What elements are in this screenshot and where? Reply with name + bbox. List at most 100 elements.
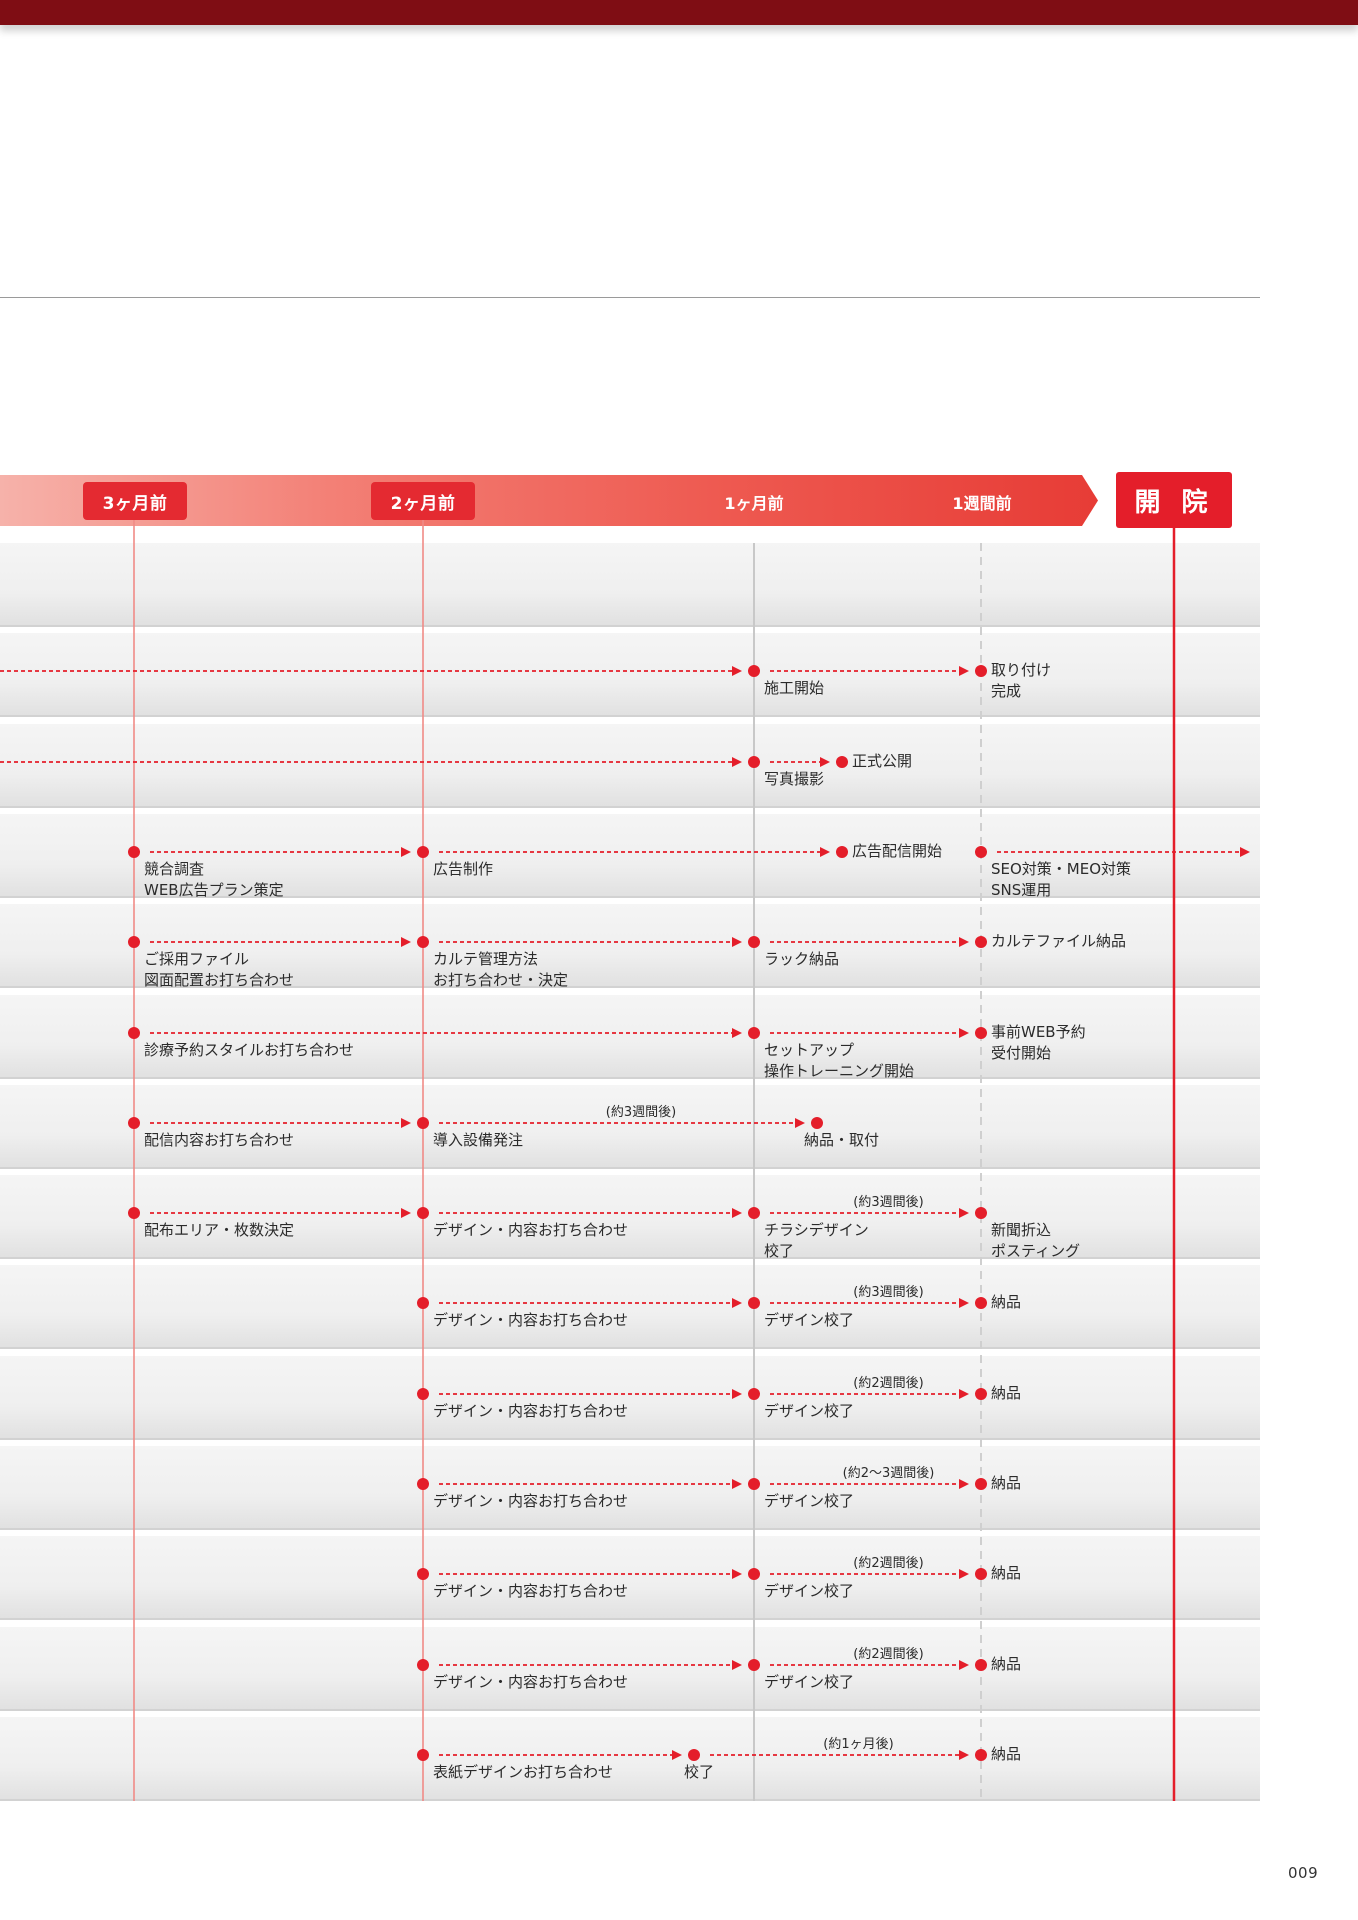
task-label: セットアップ 操作トレーニング開始	[764, 1041, 915, 1080]
task-label: ご採用ファイル 図面配置お打ち合わせ	[144, 950, 295, 989]
arrowhead	[959, 666, 969, 676]
task-label: 導入設備発注	[433, 1131, 524, 1149]
milestone-dot	[748, 665, 760, 677]
task-label: 配信内容お打ち合わせ	[144, 1131, 295, 1149]
task-label: 校了	[684, 1763, 715, 1781]
task-label: 正式公開	[852, 752, 913, 770]
task-label: カルテ管理方法 お打ち合わせ・決定	[433, 950, 569, 989]
milestone-dot	[975, 1749, 987, 1761]
duration-note: (約2〜3週間後)	[842, 1466, 935, 1481]
task-label: 納品	[991, 1745, 1022, 1763]
task-label: 納品	[991, 1655, 1022, 1673]
task-label: 納品	[991, 1293, 1022, 1311]
task-label: 取り付け 完成	[991, 661, 1052, 700]
milestone-dot	[128, 1117, 140, 1129]
arrowhead	[732, 1389, 742, 1399]
task-label: SEO対策・MEO対策 SNS運用	[991, 860, 1132, 899]
milestone-dot	[748, 936, 760, 948]
milestone-dot	[417, 1568, 429, 1580]
arrowhead	[401, 847, 411, 857]
task-label: デザイン校了	[764, 1492, 855, 1510]
milestone-dot	[975, 1478, 987, 1490]
arrowhead	[732, 1479, 742, 1489]
arrowhead	[732, 1208, 742, 1218]
arrowhead	[401, 937, 411, 947]
milestone-dot	[975, 1207, 987, 1219]
arrowhead	[959, 937, 969, 947]
arrowhead	[401, 1118, 411, 1128]
milestone-dot	[417, 936, 429, 948]
task-label: デザイン校了	[764, 1582, 855, 1600]
milestone-dot	[128, 936, 140, 948]
milestone-dot	[975, 1568, 987, 1580]
arrowhead	[959, 1298, 969, 1308]
task-label: 競合調査 WEB広告プラン策定	[144, 860, 284, 899]
milestone-dot	[128, 846, 140, 858]
arrowhead	[732, 937, 742, 947]
arrowhead	[820, 757, 830, 767]
milestone-dot	[417, 1478, 429, 1490]
milestone-dot	[811, 1117, 823, 1129]
arrowhead	[732, 1569, 742, 1579]
arrowhead	[732, 1298, 742, 1308]
duration-note: (約2週間後)	[853, 1647, 924, 1662]
milestone-dot	[688, 1749, 700, 1761]
milestone-dot	[748, 1478, 760, 1490]
task-label: デザイン・内容お打ち合わせ	[433, 1311, 629, 1329]
task-label: チラシデザイン 校了	[764, 1221, 869, 1260]
task-label: デザイン・内容お打ち合わせ	[433, 1673, 629, 1691]
arrowhead	[959, 1028, 969, 1038]
duration-note: (約3週間後)	[605, 1105, 677, 1120]
arrowhead	[795, 1118, 805, 1128]
arrowhead	[401, 1208, 411, 1218]
task-label: カルテファイル納品	[991, 932, 1127, 950]
arrowhead	[732, 1028, 742, 1038]
page-number: 009	[1288, 1864, 1319, 1882]
arrowhead	[732, 757, 742, 767]
milestone-dot	[417, 1117, 429, 1129]
duration-note: (約3週間後)	[853, 1285, 924, 1300]
task-label: デザイン校了	[764, 1673, 855, 1691]
milestone-dot	[748, 1027, 760, 1039]
arrowhead	[672, 1750, 682, 1760]
duration-note: (約1ヶ月後)	[823, 1737, 894, 1752]
duration-note: (約3週間後)	[853, 1195, 924, 1210]
task-label: 納品	[991, 1474, 1022, 1492]
arrowhead	[959, 1389, 969, 1399]
arrowhead	[959, 1750, 969, 1760]
arrowhead	[959, 1660, 969, 1670]
task-label: ラック納品	[764, 950, 840, 968]
task-label: デザイン・内容お打ち合わせ	[433, 1221, 629, 1239]
milestone-dot	[417, 1297, 429, 1309]
task-label: 納品	[991, 1384, 1022, 1402]
task-label: デザイン校了	[764, 1311, 855, 1329]
milestone-dot	[836, 756, 848, 768]
milestone-dot	[417, 846, 429, 858]
task-label: 広告制作	[433, 860, 494, 878]
task-label: デザイン・内容お打ち合わせ	[433, 1492, 629, 1510]
task-label: 表紙デザインお打ち合わせ	[433, 1763, 614, 1781]
milestone-dot	[748, 756, 760, 768]
task-label: デザイン校了	[764, 1402, 855, 1420]
task-label: 納品・取付	[804, 1131, 880, 1149]
milestone-dot	[836, 846, 848, 858]
task-label: 配布エリア・枚数決定	[144, 1221, 295, 1239]
milestone-dot	[128, 1027, 140, 1039]
duration-note: (約2週間後)	[853, 1376, 924, 1391]
milestone-dot	[417, 1388, 429, 1400]
task-label: 納品	[991, 1564, 1022, 1582]
milestone-dot	[748, 1207, 760, 1219]
arrowhead	[732, 1660, 742, 1670]
milestone-dot	[975, 1388, 987, 1400]
milestone-dot	[975, 1659, 987, 1671]
arrowhead	[820, 847, 830, 857]
task-label: 事前WEB予約 受付開始	[991, 1023, 1086, 1062]
milestone-dot	[975, 1027, 987, 1039]
task-label: 写真撮影	[764, 770, 825, 788]
milestone-dot	[128, 1207, 140, 1219]
task-label: 診療予約スタイルお打ち合わせ	[144, 1041, 355, 1059]
arrowhead	[1240, 847, 1250, 857]
milestone-dot	[748, 1568, 760, 1580]
arrowhead	[959, 1208, 969, 1218]
milestone-dot	[417, 1659, 429, 1671]
